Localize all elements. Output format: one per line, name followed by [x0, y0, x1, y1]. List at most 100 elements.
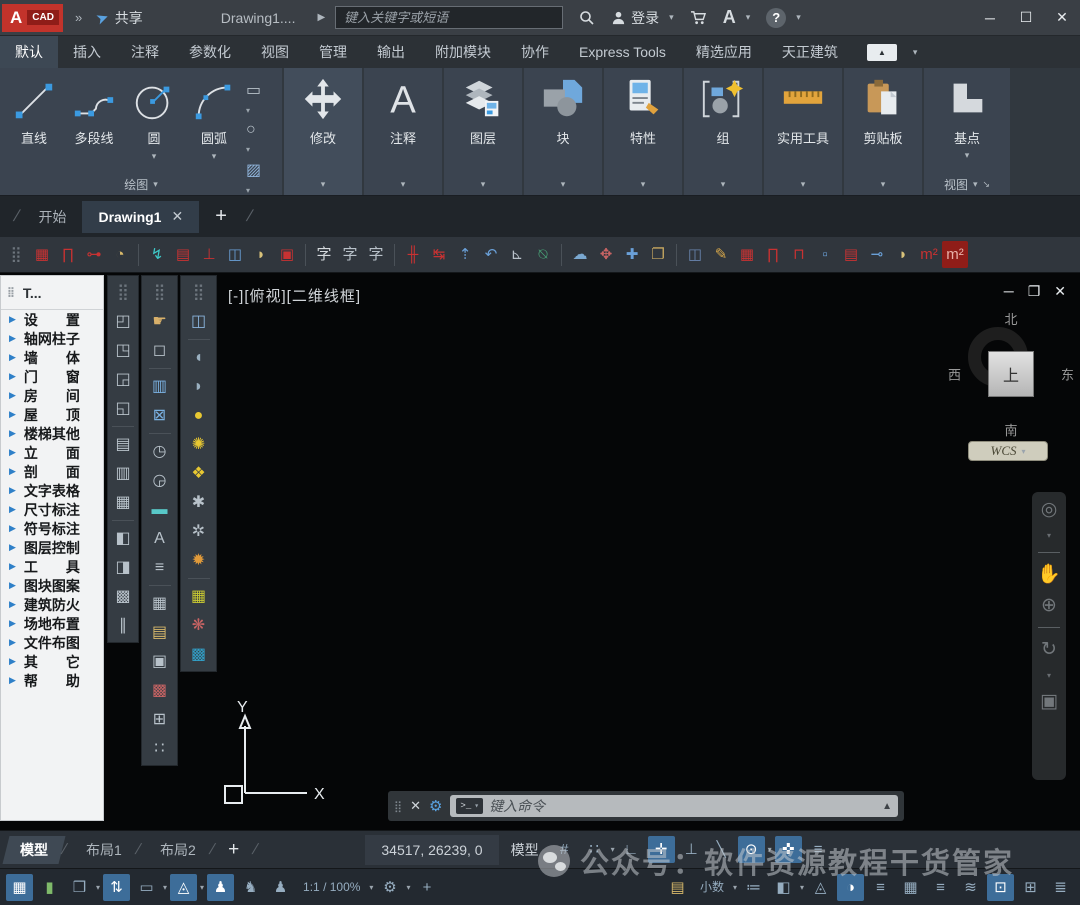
object-snap-tracking-icon[interactable]: ╲ [708, 836, 735, 863]
ruler-tool-icon[interactable]: ▤ [142, 618, 177, 647]
freeze-layer-icon[interactable]: ✱ [181, 488, 216, 517]
ribbon-tab-parametric[interactable]: 参数化 [174, 36, 246, 68]
dynamic-input-icon[interactable]: ✜ [774, 836, 802, 863]
navigation-cube-toggle-dropdown-icon[interactable]: ▾ [200, 883, 204, 892]
palette-item-tools[interactable]: ▶ 工 具 [1, 557, 103, 576]
palette-item-other[interactable]: ▶ 其 它 [1, 652, 103, 671]
dots-tool-icon[interactable]: ∷ [142, 734, 177, 763]
tz-fan-window-icon[interactable]: ◗ [248, 241, 274, 268]
tz-standard-column-icon[interactable]: ∏ [55, 241, 81, 268]
lineweight-display-icon[interactable]: ≡ [867, 874, 894, 901]
tz-fan-2-icon[interactable]: ◗ [890, 241, 916, 268]
ribbon-tab-annotate[interactable]: 注释 [116, 36, 174, 68]
panel-properties-expand-icon[interactable]: ▾ [641, 179, 646, 190]
workspace-cube-icon[interactable]: ❒ [66, 874, 93, 901]
annotation-autoscale-icon[interactable]: ♞ [237, 874, 264, 901]
pline-vertex-add-icon[interactable]: ◷ [142, 437, 177, 466]
tz-wall-base-icon[interactable]: ⊥ [196, 241, 222, 268]
rectangle-tool-icon[interactable]: ▭ [246, 80, 261, 100]
gizmo-toggle-icon[interactable]: ≋ [957, 874, 984, 901]
panel-utilities-expand-icon[interactable]: ▾ [801, 179, 806, 190]
command-customize-wrench-icon[interactable]: ⚙ [429, 797, 442, 815]
panel-block[interactable]: 块 ▾ [524, 68, 602, 195]
ucs-toggle-icon[interactable]: ⇅ [103, 873, 131, 901]
palette-item-settings[interactable]: ▶ 设 置 [1, 310, 103, 329]
units-ruler-icon[interactable]: ▤ [664, 874, 691, 901]
swatch-yellow-icon[interactable]: ▦ [181, 582, 216, 611]
tz-text-style-icon[interactable]: 字 [311, 241, 337, 268]
viewport-minimize-button[interactable]: ─ [1004, 283, 1014, 300]
ribbon-tab-output[interactable]: 输出 [362, 36, 420, 68]
snap-mode-dropdown-icon[interactable]: ▾ [611, 845, 615, 854]
palette-title-bar[interactable]: ⣿ T... [1, 276, 103, 310]
file-tab-close-icon[interactable]: ✕ [171, 208, 183, 225]
white-out-icon[interactable]: ◧ [108, 524, 138, 553]
file-tab-drawing1[interactable]: Drawing1 ✕ [82, 200, 200, 233]
ellipse-tool-dropdown-icon[interactable]: ▾ [246, 145, 261, 154]
tz-hole-icon[interactable]: ▣ [274, 241, 300, 268]
tz-symbol-elevation-icon[interactable]: ⍉ [530, 241, 556, 268]
compass-north-label[interactable]: 北 [1004, 309, 1017, 328]
text-along-line-icon[interactable]: A [142, 524, 177, 553]
base-point-dropdown-icon[interactable]: ▾ [965, 150, 970, 161]
double-line-icon[interactable]: ∥ [108, 611, 138, 640]
bring-above-icon[interactable]: ◲ [108, 365, 138, 394]
panel-modify[interactable]: 修改 ▾ [284, 68, 362, 195]
tz-dim-axis-icon[interactable]: ╫ [400, 241, 426, 268]
show-motion-icon[interactable]: ▣ [1040, 692, 1058, 711]
panel-annotate-expand-icon[interactable]: ▾ [401, 179, 406, 190]
help-search-input[interactable] [335, 6, 564, 29]
file-tab-start[interactable]: 开始 [22, 201, 82, 233]
app-store-cart-icon[interactable] [690, 10, 707, 25]
swatch-red-icon[interactable]: ❋ [181, 611, 216, 640]
model-space-button[interactable]: 模型 [499, 840, 551, 860]
compass-south-label[interactable]: 南 [1004, 420, 1017, 439]
tz-axis-grid-2-icon[interactable]: ▦ [734, 241, 760, 268]
ribbon-tab-featured-apps[interactable]: 精选应用 [681, 36, 767, 68]
help-dropdown-icon[interactable]: ▾ [796, 12, 801, 23]
rectangle-tool-dropdown-icon[interactable]: ▾ [246, 106, 261, 115]
ribbon-tab-view[interactable]: 视图 [246, 36, 304, 68]
viewport-controls[interactable]: [-][俯视][二维线框] [228, 285, 361, 306]
view-cube[interactable]: 北 南 西 东 上 [948, 309, 1074, 439]
circle-tool-button[interactable]: 圆 ▾ [126, 74, 182, 173]
zoom-object-icon[interactable]: ◻ [142, 336, 177, 365]
layout-tab-model[interactable]: 模型 [2, 835, 66, 864]
line-spacing-icon[interactable]: ≡ [142, 553, 177, 582]
ui-lock-dropdown-icon[interactable]: ▾ [800, 883, 804, 892]
new-layout-button[interactable]: + [214, 839, 253, 861]
line-tool-button[interactable]: 直线 [6, 74, 62, 173]
tz-beam-icon[interactable]: ⊓ [786, 241, 812, 268]
units-format-dropdown-icon[interactable]: ▾ [733, 883, 737, 892]
color-swatches-icon[interactable]: ▩ [142, 676, 177, 705]
navigation-wheel-dropdown-icon[interactable]: ▾ [1047, 531, 1051, 540]
tz-wall-line-icon[interactable]: ⊶ [81, 241, 107, 268]
pline-vertex-del-icon[interactable]: ◶ [142, 466, 177, 495]
wipeout-frame-icon[interactable]: ◨ [108, 553, 138, 582]
match-properties-icon[interactable]: ▬ [142, 495, 177, 524]
panel-properties[interactable]: 特性 ▾ [604, 68, 682, 195]
palette-item-site-layout[interactable]: ▶ 场地布置 [1, 614, 103, 633]
viewport-close-button[interactable]: ✕ [1054, 283, 1066, 300]
palette-item-elevation[interactable]: ▶ 立 面 [1, 443, 103, 462]
panel-layers-expand-icon[interactable]: ▾ [481, 179, 486, 190]
text-to-front-icon[interactable]: ▤ [108, 430, 138, 459]
panel-modify-expand-icon[interactable]: ▾ [321, 179, 326, 190]
bulb-burst-icon[interactable]: ✺ [181, 430, 216, 459]
annotation-scale-sync-icon[interactable]: ♟ [267, 874, 294, 901]
properties-monitor-icon[interactable]: ≔ [740, 874, 767, 901]
bring-to-front-icon[interactable]: ◰ [108, 307, 138, 336]
panel-groups[interactable]: 组 ▾ [684, 68, 762, 195]
selection-cycling-icon[interactable]: ▭ [133, 874, 160, 901]
panel-groups-expand-icon[interactable]: ▾ [721, 179, 726, 190]
autocad-logo[interactable]: A CAD [2, 3, 63, 32]
title-caret-icon[interactable]: ▶ [317, 12, 325, 23]
tz-door-insert-icon[interactable]: ◫ [222, 241, 248, 268]
panel-clipboard[interactable]: 剪贴板 ▾ [844, 68, 922, 195]
graphics-performance-icon[interactable]: ◑ [837, 873, 864, 901]
sun-brightness-icon[interactable]: ✹ [181, 546, 216, 575]
layer-light-copy-icon[interactable]: ◗ [181, 372, 216, 401]
bulb-on-icon[interactable]: ● [181, 401, 216, 430]
object-snap-dropdown-icon[interactable]: ▾ [768, 845, 772, 854]
panel-view-base[interactable]: 基点 ▾ 视图 ▾ ↘ [924, 68, 1010, 195]
